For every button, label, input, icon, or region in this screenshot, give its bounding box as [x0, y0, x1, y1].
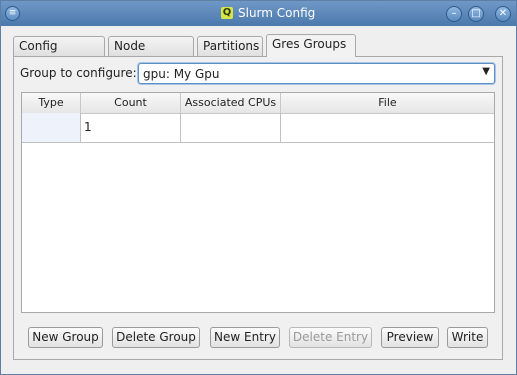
- column-header-count[interactable]: Count: [81, 93, 181, 113]
- gres-table: Type Count Associated CPUs File 1: [21, 92, 495, 313]
- title-bar: ≡ Q Slurm Config – □ ✕: [1, 1, 516, 26]
- slurm-app-icon: Q: [221, 7, 233, 19]
- tab-node-groups[interactable]: Node Groups: [108, 36, 194, 72]
- cell-type[interactable]: [22, 113, 81, 142]
- close-icon[interactable]: ✕: [495, 6, 511, 22]
- column-header-associated-cpus[interactable]: Associated CPUs: [181, 93, 281, 113]
- delete-entry-button[interactable]: Delete Entry: [289, 327, 372, 348]
- new-group-button[interactable]: New Group: [28, 327, 103, 348]
- group-select[interactable]: gpu: My Gpu ▼: [138, 63, 495, 84]
- minimize-icon[interactable]: –: [446, 6, 462, 22]
- write-button[interactable]: Write: [447, 327, 488, 348]
- tab-partitions[interactable]: Partitions: [197, 36, 263, 56]
- menu-icon[interactable]: ≡: [5, 6, 20, 21]
- cell-associated-cpus[interactable]: [181, 113, 281, 142]
- column-header-type[interactable]: Type: [22, 93, 81, 113]
- table-header: Type Count Associated CPUs File: [22, 93, 494, 114]
- cell-count[interactable]: 1: [81, 113, 181, 142]
- tab-gres-groups[interactable]: Gres Groups: [266, 34, 356, 57]
- new-entry-button[interactable]: New Entry: [210, 327, 280, 348]
- delete-group-button[interactable]: Delete Group: [112, 327, 200, 348]
- tab-config-header[interactable]: Config Header: [13, 36, 105, 72]
- group-select-value: gpu: My Gpu: [143, 67, 220, 81]
- maximize-icon[interactable]: □: [468, 6, 484, 22]
- cell-file[interactable]: [281, 113, 494, 142]
- table-row[interactable]: 1: [22, 113, 494, 143]
- window-title: Slurm Config: [238, 6, 316, 20]
- group-to-configure-label: Group to configure:: [20, 66, 137, 80]
- column-header-file[interactable]: File: [281, 93, 494, 113]
- preview-button[interactable]: Preview: [381, 327, 439, 348]
- chevron-down-icon: ▼: [482, 66, 490, 77]
